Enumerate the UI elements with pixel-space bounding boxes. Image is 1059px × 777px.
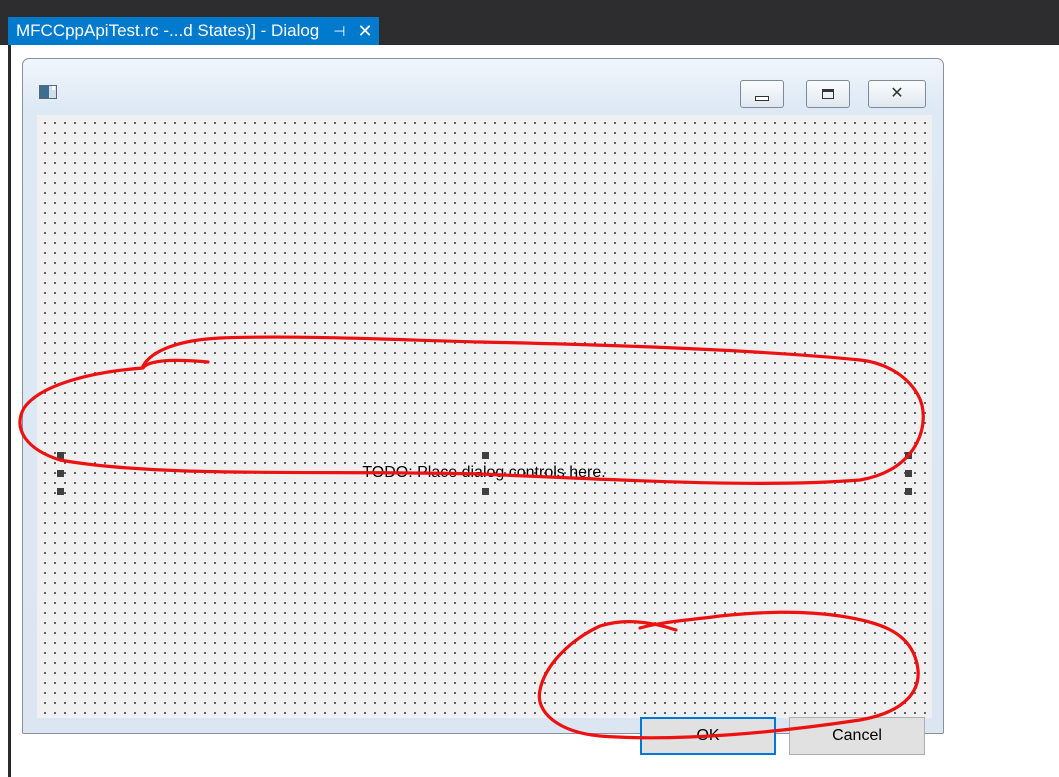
selection-handle-top-left[interactable] (57, 452, 64, 459)
maximize-icon (822, 89, 834, 99)
editor-left-border (8, 45, 11, 777)
selection-handle-bottom-center[interactable] (482, 488, 489, 495)
minimize-button[interactable] (740, 80, 784, 108)
dialog-client-area[interactable]: TODO: Place dialog controls here. OK Can… (37, 115, 932, 755)
selection-handle-bottom-right[interactable] (905, 488, 912, 495)
editor-left-margin (0, 45, 8, 777)
minimize-icon (755, 95, 769, 101)
document-tab-strip: MFCCppApiTest.rc -...d States)] - Dialog… (0, 0, 1059, 45)
close-icon: ✕ (890, 85, 904, 102)
selection-handle-bottom-left[interactable] (57, 488, 64, 495)
selection-handle-mid-left[interactable] (57, 470, 64, 477)
todo-static-text[interactable]: TODO: Place dialog controls here. (59, 455, 909, 491)
selection-handle-mid-right[interactable] (905, 470, 912, 477)
selection-handle-top-right[interactable] (905, 452, 912, 459)
close-button[interactable]: ✕ (868, 80, 926, 108)
maximize-button[interactable] (806, 80, 850, 108)
pin-icon[interactable]: ⊣ (333, 24, 345, 38)
dialog-editor-frame[interactable]: ✕ TODO: Place dialog controls here. OK C… (22, 58, 944, 755)
close-tab-icon[interactable]: ✕ (357, 22, 372, 40)
dialog-system-menu-icon[interactable] (39, 85, 57, 99)
ok-button[interactable]: OK (640, 717, 776, 755)
dialog-document-tab[interactable]: MFCCppApiTest.rc -...d States)] - Dialog… (8, 17, 379, 45)
tab-title: MFCCppApiTest.rc -...d States)] - Dialog (16, 21, 320, 40)
cancel-button[interactable]: Cancel (789, 717, 925, 755)
selection-handle-top-center[interactable] (482, 452, 489, 459)
